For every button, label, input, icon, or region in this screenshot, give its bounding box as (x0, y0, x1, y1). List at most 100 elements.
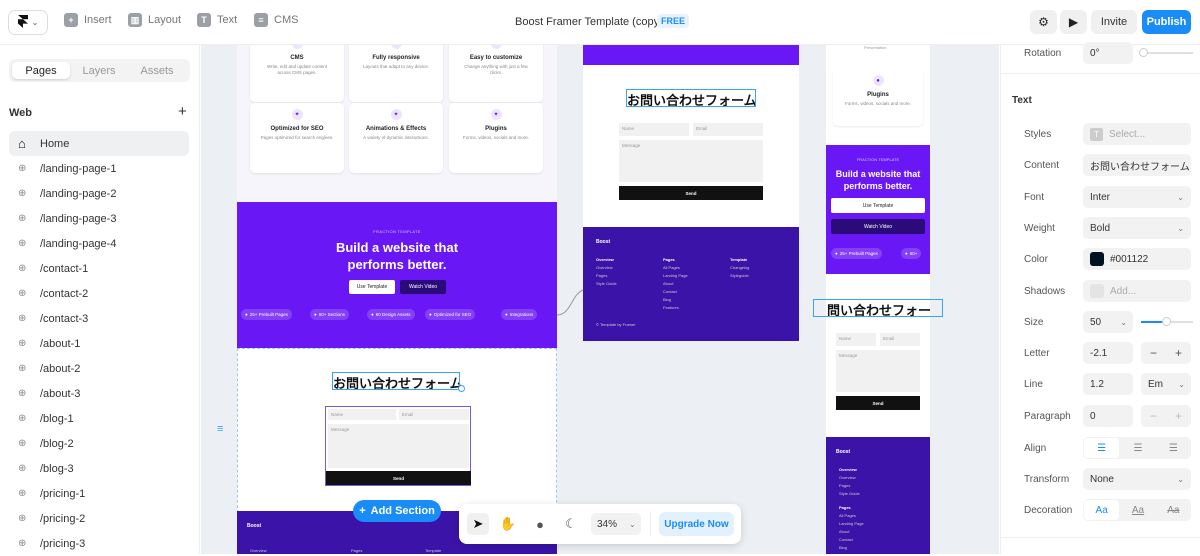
page-item[interactable]: ⊕ /blog-3 (9, 456, 189, 481)
use-template-button[interactable]: Use Template (349, 280, 395, 294)
color-input[interactable]: #001122 (1083, 248, 1191, 270)
tablet-send-button[interactable]: Send (619, 186, 763, 200)
color-swatch[interactable] (1090, 252, 1104, 266)
footer-link[interactable]: All Pages (663, 265, 680, 270)
page-item[interactable]: ⊕ /contact-2 (9, 281, 189, 306)
footer-link[interactable]: Pages (596, 273, 607, 278)
page-item[interactable]: ⊕ /landing-page-2 (9, 181, 189, 206)
contact-section[interactable]: お問い合わせフォーム Name Email Message Send (237, 348, 557, 513)
invite-button[interactable]: Invite (1091, 10, 1137, 34)
page-item[interactable]: ⊕ /about-1 (9, 331, 189, 356)
footer-link[interactable]: Changelog (730, 265, 749, 270)
tablet-name-input[interactable]: Name (619, 123, 689, 136)
hero-section[interactable]: FRACTION TEMPLATE Build a website that p… (237, 202, 557, 348)
add-page-icon[interactable]: + (178, 103, 187, 120)
paragraph-stepper[interactable]: − + (1141, 405, 1191, 427)
phone-message-input[interactable]: Message (836, 350, 920, 392)
footer-link[interactable]: Landing Page (663, 273, 688, 278)
select-tool-icon[interactable]: ➤ (467, 513, 489, 535)
content-input[interactable]: お問い合わせフォーム (1083, 154, 1191, 176)
page-item[interactable]: ⊕ /about-2 (9, 356, 189, 381)
footer-link[interactable]: About (839, 529, 849, 534)
hand-tool-icon[interactable]: ✋ (497, 513, 519, 535)
page-item[interactable]: ⊕ /pricing-3 (9, 531, 189, 556)
watch-video-button[interactable]: Watch Video (400, 280, 446, 294)
line-unit-select[interactable]: Em ⌄ (1141, 373, 1191, 395)
footer-link[interactable]: Style Guide (596, 281, 617, 286)
zoom-select[interactable]: 34% ⌄ (591, 513, 641, 535)
page-item[interactable]: ⊕ /contact-3 (9, 306, 189, 331)
resize-handle[interactable] (458, 385, 465, 392)
tab-pages[interactable]: Pages (12, 62, 70, 79)
footer-link[interactable]: Landing Page (839, 521, 864, 526)
footer-link[interactable]: Blog (663, 297, 671, 302)
line-height-input[interactable]: 1.2 (1083, 373, 1133, 395)
project-title[interactable]: Boost Framer Template (copy) (515, 16, 663, 28)
drag-handle-icon[interactable]: ≡ (217, 423, 223, 435)
email-input[interactable]: Email (399, 409, 469, 420)
size-slider-knob[interactable] (1162, 317, 1171, 326)
page-item[interactable]: ⌂ Home (9, 131, 189, 156)
plus-icon[interactable]: + (1175, 346, 1182, 360)
message-input[interactable]: Message (328, 424, 469, 468)
text-button[interactable]: T Text (197, 13, 237, 27)
align-right-icon[interactable]: ☰ (1156, 443, 1191, 454)
styles-select[interactable]: T Select... (1083, 123, 1191, 145)
tablet-email-input[interactable]: Email (693, 123, 763, 136)
phone-use-template[interactable]: Use Template (831, 198, 925, 213)
settings-button[interactable]: ⚙ (1030, 10, 1057, 34)
decoration-strikethrough[interactable]: Aa (1156, 505, 1191, 516)
footer-link[interactable]: Pages (839, 483, 850, 488)
phone-watch-video[interactable]: Watch Video (831, 219, 925, 234)
cms-button[interactable]: ≡ CMS (254, 13, 298, 27)
footer-link[interactable]: Styleguide (730, 273, 749, 278)
footer-link[interactable]: Features (663, 305, 679, 310)
footer-link[interactable]: Overview (839, 475, 856, 480)
tablet-frame[interactable]: お問い合わせフォーム Name Email Message Send Boost… (583, 45, 799, 341)
footer-link[interactable]: Style Guide (839, 491, 860, 496)
framer-menu-button[interactable]: ⌄ (9, 11, 47, 34)
desktop-frame[interactable]: ✦ CMS Write, edit and update content acros… (237, 45, 557, 554)
page-item[interactable]: ⊕ /landing-page-1 (9, 156, 189, 181)
dark-mode-icon[interactable]: ☾ (560, 513, 582, 535)
minus-icon[interactable]: − (1150, 409, 1157, 423)
page-item[interactable]: ⊕ /blog-2 (9, 431, 189, 456)
page-item[interactable]: ⊕ /landing-page-3 (9, 206, 189, 231)
phone-name-input[interactable]: Name (836, 333, 876, 346)
phone-email-input[interactable]: Email (880, 333, 920, 346)
minus-icon[interactable]: − (1150, 346, 1157, 360)
layout-button[interactable]: ▥ Layout (128, 13, 181, 27)
decoration-none[interactable]: Aa (1084, 500, 1120, 520)
insert-button[interactable]: + Insert (64, 13, 112, 27)
shadows-input[interactable]: Add... (1083, 280, 1191, 302)
preview-button[interactable]: ▶ (1060, 10, 1087, 34)
letter-stepper[interactable]: − + (1141, 342, 1191, 364)
footer-link[interactable]: Contact (663, 289, 677, 294)
letter-input[interactable]: -2.1 (1083, 342, 1133, 364)
publish-button[interactable]: Publish (1142, 10, 1191, 34)
page-item[interactable]: ⊕ /pricing-1 (9, 481, 189, 506)
page-item[interactable]: ⊕ /about-3 (9, 381, 189, 406)
font-select[interactable]: Inter ⌄ (1083, 186, 1191, 208)
page-item[interactable]: ⊕ /landing-page-4 (9, 231, 189, 256)
tablet-message-input[interactable]: Message (619, 140, 763, 182)
plus-icon[interactable]: + (1175, 409, 1182, 423)
transform-select[interactable]: None ⌄ (1083, 468, 1191, 490)
tab-assets[interactable]: Assets (128, 62, 186, 79)
page-item[interactable]: ⊕ /pricing-2 (9, 506, 189, 531)
tab-layers[interactable]: Layers (70, 62, 128, 79)
paragraph-input[interactable]: 0 (1083, 405, 1133, 427)
add-section-button[interactable]: + Add Section (353, 500, 441, 522)
weight-select[interactable]: Bold ⌄ (1083, 217, 1191, 239)
send-button[interactable]: Send (326, 471, 471, 485)
footer-link[interactable]: Contact (839, 537, 853, 542)
page-item[interactable]: ⊕ /contact-1 (9, 256, 189, 281)
rotation-slider[interactable] (1141, 52, 1193, 54)
align-left-icon[interactable]: ☰ (1084, 438, 1120, 458)
size-input[interactable]: 50 ⌄ (1083, 311, 1133, 333)
phone-send-button[interactable]: Send (836, 396, 920, 410)
align-center-icon[interactable]: ☰ (1120, 443, 1155, 454)
comment-icon[interactable]: ● (529, 513, 551, 535)
rotation-input[interactable]: 0° (1083, 42, 1133, 64)
page-item[interactable]: ⊕ /blog-1 (9, 406, 189, 431)
